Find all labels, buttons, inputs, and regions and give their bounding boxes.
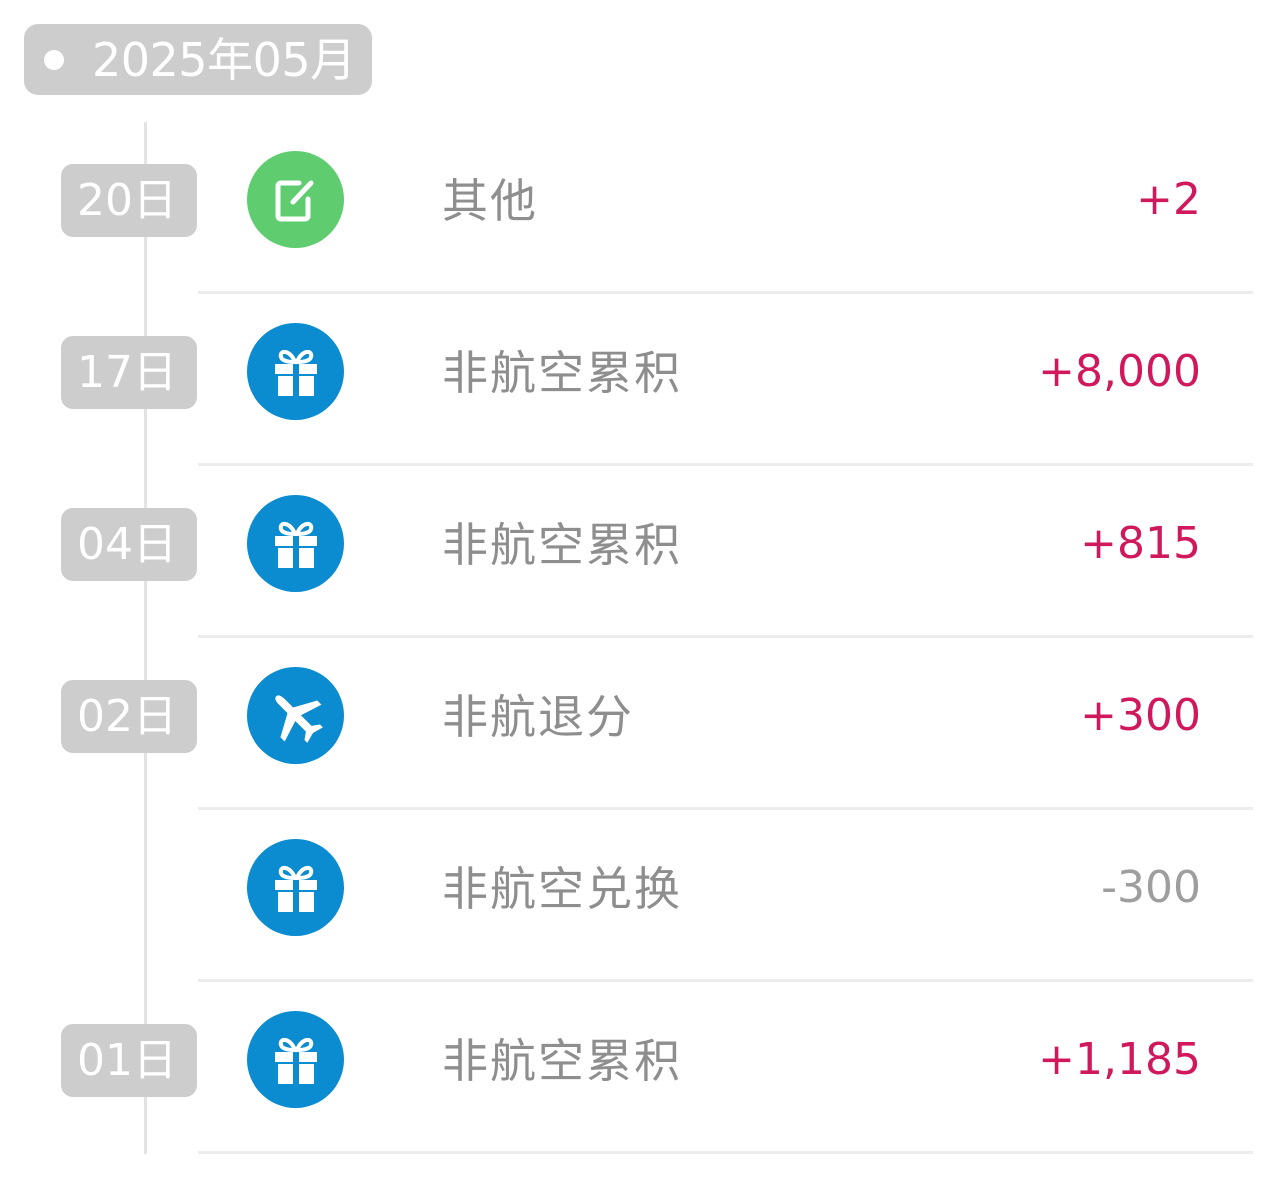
gift-icon (247, 839, 344, 936)
points-record-row[interactable]: 04日 非航空累积 +815 (0, 466, 1279, 638)
record-title: 非航空兑换 (442, 862, 682, 916)
record-title: 非航空累积 (442, 518, 682, 572)
month-header[interactable]: 2025年05月 (24, 24, 372, 95)
record-amount: +8,000 (1038, 346, 1201, 397)
month-label: 2025年05月 (92, 32, 356, 87)
gift-icon (247, 495, 344, 592)
record-title: 其他 (442, 174, 538, 228)
day-badge: 04日 (61, 508, 197, 581)
record-amount: +815 (1080, 518, 1201, 569)
points-record-row[interactable]: 17日 非航空累积 +8,000 (0, 294, 1279, 466)
day-badge: 02日 (61, 680, 197, 753)
day-badge: 20日 (61, 164, 197, 237)
month-dot-icon (44, 49, 64, 70)
record-title: 非航空累积 (442, 1034, 682, 1088)
airplane-icon (247, 667, 344, 764)
record-amount: -300 (1101, 862, 1201, 913)
points-record-row[interactable]: 非航空兑换 -300 (0, 810, 1279, 982)
record-amount: +1,185 (1038, 1034, 1201, 1085)
points-record-row[interactable]: 01日 非航空累积 +1,185 (0, 982, 1279, 1154)
record-amount: +300 (1080, 690, 1201, 741)
day-badge: 01日 (61, 1024, 197, 1097)
edit-note-icon (247, 151, 344, 248)
record-title: 非航退分 (442, 690, 634, 744)
gift-icon (247, 1011, 344, 1108)
row-divider (198, 1151, 1253, 1154)
day-badge: 17日 (61, 336, 197, 409)
record-amount: +2 (1136, 174, 1201, 225)
points-record-row[interactable]: 20日 其他 +2 (0, 122, 1279, 294)
record-title: 非航空累积 (442, 346, 682, 400)
points-record-row[interactable]: 02日 非航退分 +300 (0, 638, 1279, 810)
gift-icon (247, 323, 344, 420)
